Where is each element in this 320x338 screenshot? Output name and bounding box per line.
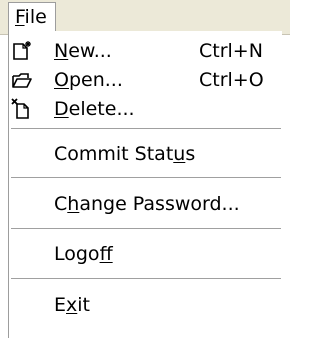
open-folder-icon bbox=[12, 73, 32, 88]
menu-item-mnemonic: N bbox=[54, 40, 69, 62]
menu-bar: File bbox=[0, 0, 290, 35]
menu-item-mnemonic: u bbox=[173, 143, 186, 165]
menu-item-commit-status[interactable]: Commit Status bbox=[9, 139, 281, 169]
menu-separator bbox=[11, 128, 281, 130]
menu-item-mnemonic: h bbox=[67, 193, 80, 215]
menu-item-label-rest: s bbox=[185, 143, 196, 165]
menu-item-label-rest: elete... bbox=[68, 98, 135, 120]
menu-item-shortcut: Ctrl+N bbox=[199, 40, 263, 62]
menu-item-new[interactable]: New... Ctrl+N bbox=[9, 36, 281, 66]
menu-item-label: C bbox=[54, 193, 68, 215]
menu-separator bbox=[11, 278, 281, 280]
file-menu-label-rest: ile bbox=[24, 6, 47, 28]
menu-item-mnemonic: f bbox=[99, 243, 113, 265]
menu-item-label-rest: ange Password... bbox=[79, 193, 240, 215]
menu-item-label: E bbox=[54, 294, 67, 316]
menu-item-exit[interactable]: Exit bbox=[9, 290, 281, 320]
delete-document-icon bbox=[11, 98, 29, 119]
menu-item-mnemonic: x bbox=[66, 294, 78, 316]
file-menu-mnemonic: F bbox=[15, 6, 25, 28]
menu-item-label: Logo bbox=[54, 243, 100, 265]
menu-separator bbox=[11, 228, 281, 230]
file-dropdown-menu: New... Ctrl+N Open... Ctrl+O Delete... C… bbox=[8, 31, 282, 338]
menu-item-label-rest: pen... bbox=[68, 69, 123, 91]
menu-item-label-rest: ew... bbox=[68, 40, 112, 62]
menu-item-change-password[interactable]: Change Password... bbox=[9, 189, 281, 219]
menu-item-label-rest: it bbox=[77, 294, 90, 316]
menu-item-shortcut: Ctrl+O bbox=[199, 69, 264, 91]
file-menu[interactable]: File bbox=[8, 2, 56, 31]
menu-separator bbox=[11, 177, 281, 179]
menu-item-mnemonic: O bbox=[54, 69, 69, 91]
menu-item-logoff[interactable]: Logoff bbox=[9, 239, 281, 269]
new-document-icon bbox=[13, 41, 31, 60]
menu-item-mnemonic: D bbox=[54, 98, 69, 120]
menu-item-delete[interactable]: Delete... bbox=[9, 94, 281, 124]
menu-item-label: Commit Stat bbox=[54, 143, 174, 165]
menu-item-open[interactable]: Open... Ctrl+O bbox=[9, 65, 281, 95]
